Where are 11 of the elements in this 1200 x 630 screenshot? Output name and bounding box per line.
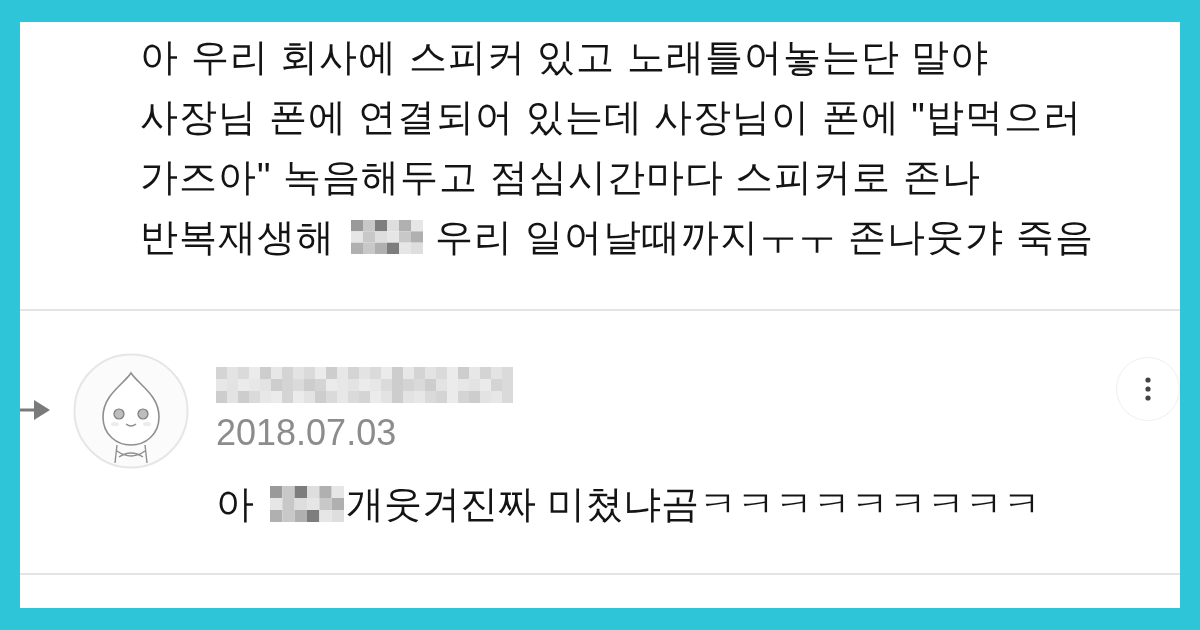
more-icon — [1145, 377, 1151, 401]
comment-text: 개웃겨진짜 미쳤냐곰ㅋㅋㅋㅋㅋㅋㅋㅋㅋ — [346, 482, 1041, 526]
mosaic-blur — [351, 220, 423, 254]
comment-text: 아 — [216, 482, 254, 526]
post-text: 우리 일어날때까지ㅜㅜ 존나웃갸 죽음 — [435, 215, 1094, 259]
post-text: 반복재생해 — [140, 215, 335, 259]
comment-date: 2018.07.03 — [216, 412, 397, 454]
post-text: 아 우리 회사에 스피커 있고 노래틀어놓는단 말야 — [140, 35, 990, 79]
post-text: 가즈아" 녹음해두고 점심시간마다 스피커로 존나 — [140, 155, 981, 199]
post-text: 사장님 폰에 연결되어 있는데 사장님이 폰에 "밥먹으러 — [140, 95, 1082, 139]
right-arrow-icon — [20, 399, 50, 421]
